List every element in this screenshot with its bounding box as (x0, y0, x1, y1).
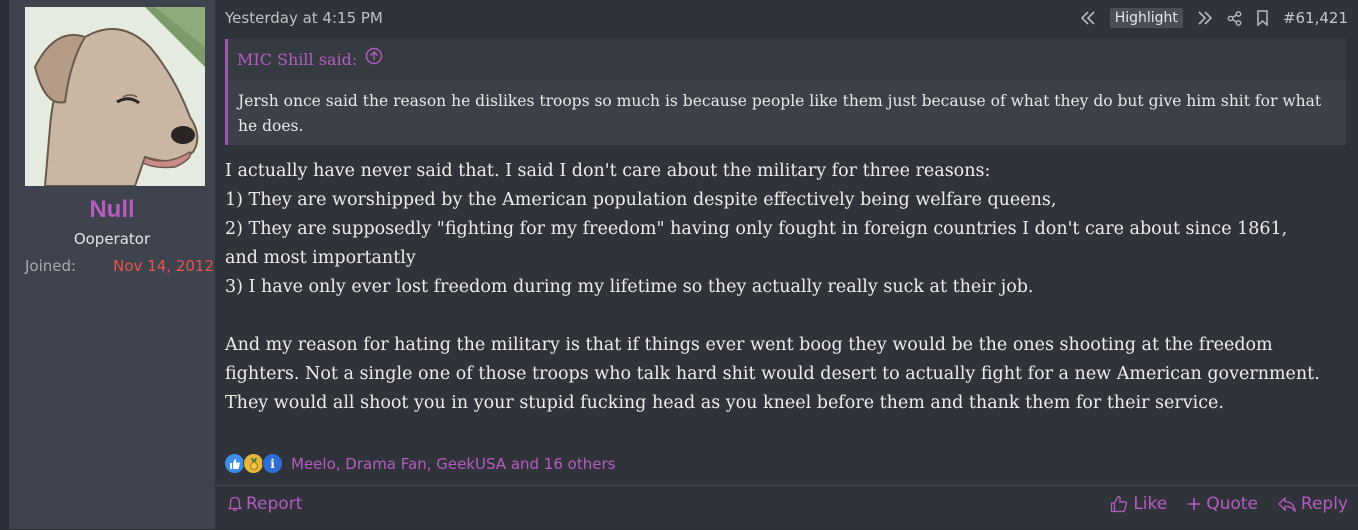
next-highlight-icon[interactable] (1197, 11, 1213, 25)
info-icon: i (262, 453, 283, 474)
post-number[interactable]: #61,421 (1283, 9, 1348, 27)
quote-author[interactable]: MIC Shill said: (237, 39, 357, 81)
quote-block: MIC Shill said: Jersh once said the reas… (225, 39, 1346, 145)
post-tools: Highlight #61,421 (1066, 8, 1348, 28)
reactions-bar[interactable]: i Meelo, Drama Fan, GeekUSA and 16 other… (224, 453, 615, 474)
post-footer: Report Like Quote Reply (215, 485, 1358, 530)
quote-header[interactable]: MIC Shill said: (228, 39, 1346, 80)
previous-highlight-icon[interactable] (1080, 11, 1096, 25)
like-label: Like (1133, 494, 1168, 514)
thumbs-up-icon (1110, 495, 1128, 513)
reply-label: Reply (1300, 494, 1348, 514)
left-edge (0, 0, 9, 529)
avatar[interactable] (25, 7, 205, 186)
highlight-button[interactable]: Highlight (1109, 8, 1183, 28)
medal-icon (243, 453, 264, 474)
post-actions: Like Quote Reply (1110, 494, 1348, 514)
share-icon[interactable] (1227, 10, 1242, 26)
bookmark-icon[interactable] (1256, 10, 1269, 26)
reply-icon (1277, 496, 1296, 512)
dog-avatar-image (25, 7, 205, 186)
post-main: Yesterday at 4:15 PM Highlight #61,421 M… (215, 0, 1358, 529)
joined-label: Joined: (25, 257, 77, 275)
user-title: Ooperator (73, 230, 151, 248)
forum-post: Null Ooperator Joined: Nov 14, 2012 Yest… (0, 0, 1358, 529)
go-to-quote-icon[interactable] (365, 39, 383, 81)
report-button[interactable]: Report (228, 494, 302, 514)
reactions-users[interactable]: Meelo, Drama Fan, GeekUSA and 16 others (291, 455, 615, 473)
like-button[interactable]: Like (1110, 494, 1167, 514)
report-label: Report (246, 494, 303, 514)
reply-button[interactable]: Reply (1277, 494, 1348, 514)
joined-date: Nov 14, 2012 (113, 257, 214, 275)
plus-icon (1187, 497, 1201, 511)
quote-text: Jersh once said the reason he dislikes t… (238, 92, 1322, 135)
post-body: I actually have never said that. I said … (225, 161, 1320, 413)
username[interactable]: Null (9, 196, 215, 224)
like-icon (224, 453, 245, 474)
quote-button[interactable]: Quote (1187, 494, 1258, 514)
bell-icon (228, 496, 242, 512)
user-sidebar: Null Ooperator Joined: Nov 14, 2012 (9, 0, 215, 529)
quote-label: Quote (1206, 494, 1258, 514)
post-timestamp[interactable]: Yesterday at 4:15 PM (225, 9, 383, 27)
